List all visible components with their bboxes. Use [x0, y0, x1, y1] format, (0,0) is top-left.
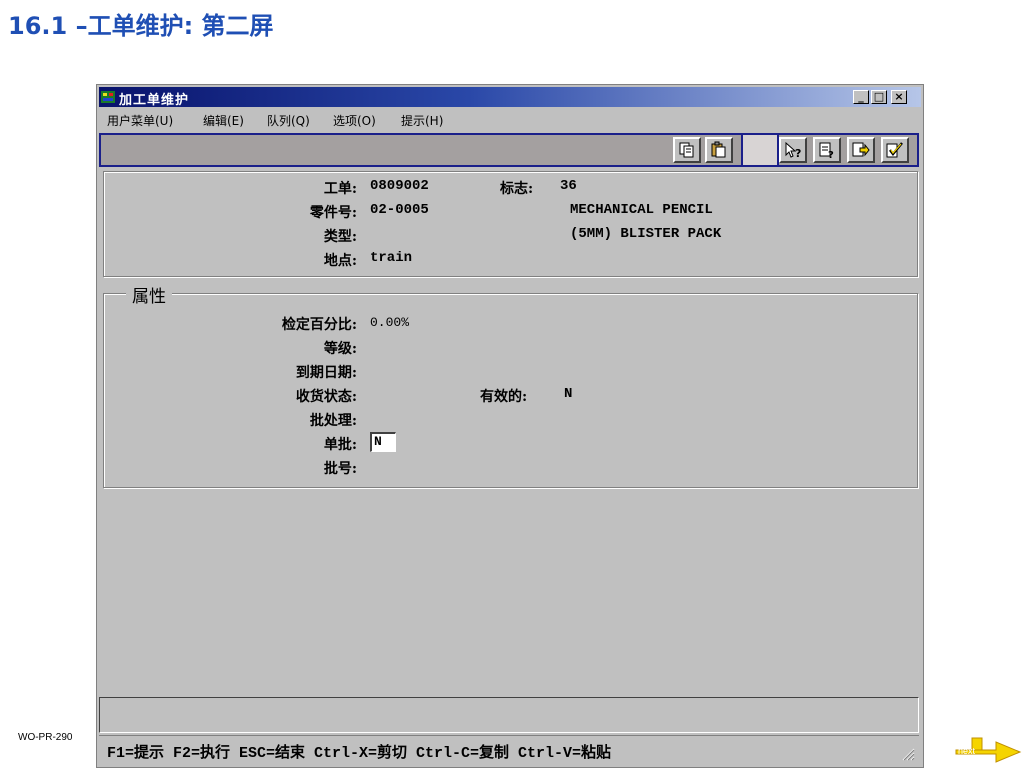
window-title: 加工单维护	[119, 93, 190, 108]
toolbar: ? ?	[99, 133, 919, 167]
minimize-button[interactable]: _	[853, 90, 869, 104]
menu-help[interactable]: 提示(H)	[401, 112, 443, 129]
batch-label: 批处理:	[309, 413, 357, 429]
field-help-button[interactable]: ?	[813, 137, 841, 163]
execute-check-icon	[886, 142, 903, 158]
svg-text:?: ?	[795, 147, 801, 159]
help-question-icon: ?	[785, 141, 801, 159]
slide-footer-code: WO-PR-290	[18, 732, 73, 743]
close-button[interactable]: ×	[891, 90, 907, 104]
grade-label: 等级:	[323, 341, 357, 357]
toolbar-separator	[741, 135, 779, 165]
window-titlebar[interactable]: 加工单维护 _ □ ×	[99, 87, 921, 108]
site-value: train	[370, 250, 413, 266]
app-icon	[101, 91, 115, 103]
single-lot-label: 单批:	[323, 437, 357, 453]
resize-grip-icon[interactable]	[899, 745, 915, 761]
next-button[interactable]: next	[952, 734, 1024, 764]
menu-queue[interactable]: 队列(Q)	[267, 112, 310, 129]
status-bar-text: F1=提示 F2=执行 ESC=结束 Ctrl-X=剪切 Ctrl-C=复制 C…	[107, 745, 612, 762]
work-order-label: 工单:	[323, 181, 357, 197]
help-button[interactable]: ?	[779, 137, 807, 163]
go-forward-button[interactable]	[847, 137, 875, 163]
expire-date-label: 到期日期:	[295, 365, 357, 381]
part-description-line1: MECHANICAL PENCIL	[570, 202, 713, 218]
copy-icon	[679, 142, 694, 158]
receipt-status-label: 收货状态:	[295, 389, 357, 405]
menu-options[interactable]: 选项(O)	[333, 112, 376, 129]
maximize-button[interactable]: □	[871, 90, 887, 104]
next-label: next	[958, 746, 976, 756]
menu-edit[interactable]: 编辑(E)	[203, 112, 244, 129]
paste-icon	[711, 141, 726, 158]
inspect-percent-label: 检定百分比:	[281, 317, 357, 333]
single-lot-input[interactable]: N	[370, 432, 396, 452]
attributes-panel: 属性 检定百分比: 0.00% 等级: 到期日期: 收货状态: 有效的: N 批…	[103, 282, 918, 488]
status-bar: F1=提示 F2=执行 ESC=结束 Ctrl-X=剪切 Ctrl-C=复制 C…	[99, 735, 919, 763]
inspect-percent-value: 0.00%	[370, 315, 410, 330]
type-label: 类型:	[323, 229, 357, 245]
part-description-line2: (5MM) BLISTER PACK	[570, 226, 722, 242]
paste-button[interactable]	[705, 137, 733, 163]
menu-bar: 用户菜单(U) 编辑(E) 队列(Q) 选项(O) 提示(H)	[99, 109, 921, 129]
go-forward-icon	[852, 142, 870, 157]
active-label: 有效的:	[480, 389, 528, 405]
copy-button[interactable]	[673, 137, 701, 163]
execute-button[interactable]	[881, 137, 909, 163]
header-panel: 工单: 0809002 标志: 36 零件号: 02-0005 MECHANIC…	[103, 171, 918, 277]
active-value: N	[564, 386, 573, 402]
svg-text:?: ?	[828, 150, 834, 159]
work-order-value: 0809002	[370, 178, 429, 194]
flag-label: 标志:	[500, 181, 534, 197]
slide-title: 16.1 –工单维护: 第二屏	[8, 12, 274, 40]
lot-number-label: 批号:	[323, 461, 357, 477]
flag-value: 36	[560, 178, 577, 194]
work-order-window: 加工单维护 _ □ × 用户菜单(U) 编辑(E) 队列(Q) 选项(O) 提示…	[96, 84, 924, 768]
message-bar	[99, 697, 919, 733]
attributes-group-title: 属性	[126, 282, 172, 307]
part-number-value: 02-0005	[370, 202, 429, 218]
part-number-label: 零件号:	[309, 205, 357, 221]
field-help-icon: ?	[819, 142, 834, 159]
menu-user[interactable]: 用户菜单(U)	[107, 112, 173, 129]
site-label: 地点:	[323, 253, 357, 269]
